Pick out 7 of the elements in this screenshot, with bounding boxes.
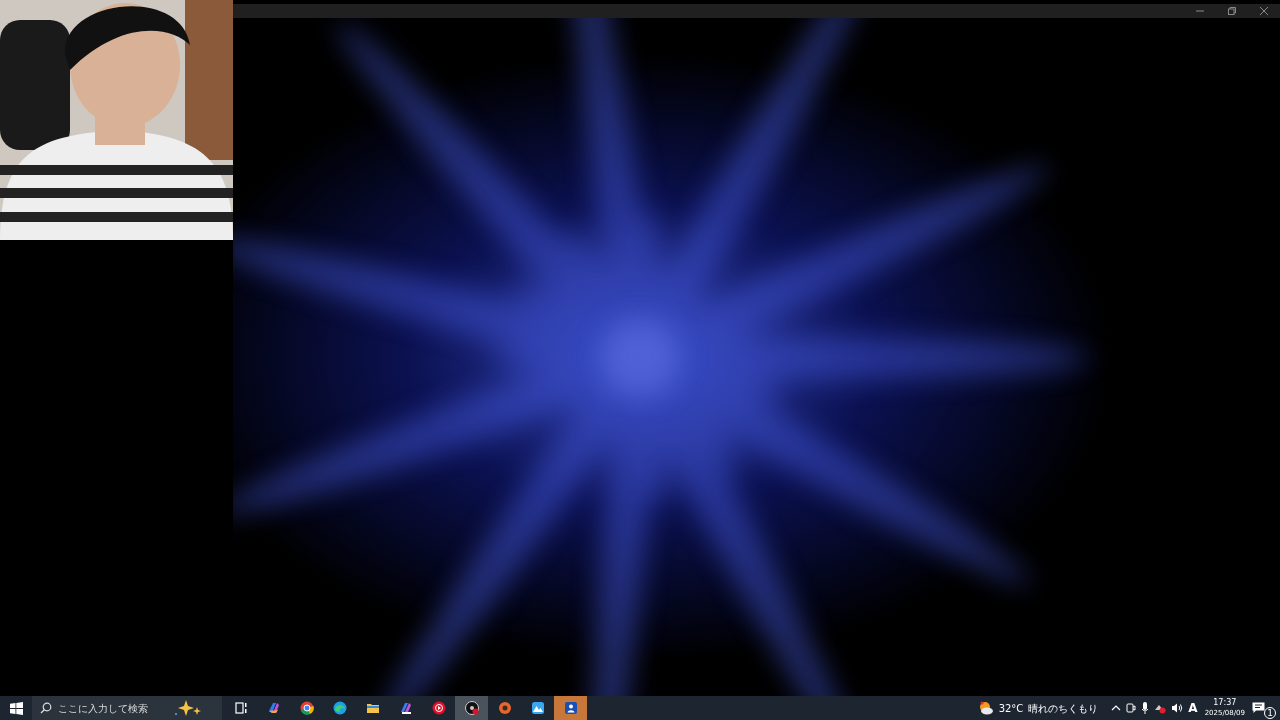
- notification-count: 1: [1264, 707, 1276, 719]
- search-bar[interactable]: ここに入力して検索: [32, 696, 222, 720]
- temperature-text: 32°C: [998, 701, 1024, 716]
- search-field[interactable]: ここに入力して検索: [58, 700, 168, 716]
- notification-button[interactable]: 1: [1252, 697, 1276, 719]
- weather-text: 晴れのちくもり: [1028, 701, 1099, 716]
- ime-indicator[interactable]: A: [1188, 699, 1198, 717]
